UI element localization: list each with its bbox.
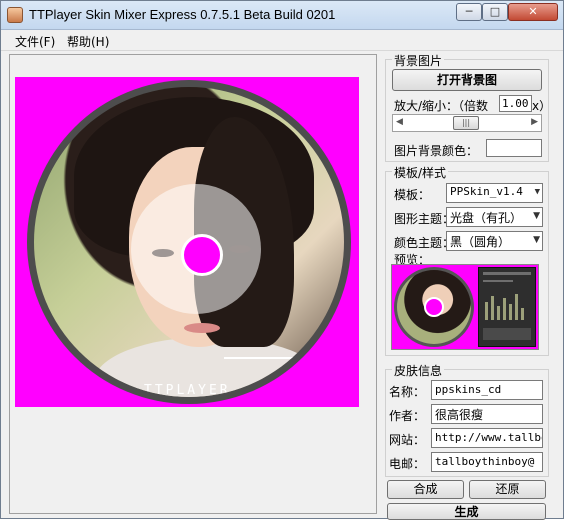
preview-info-strip: [483, 280, 513, 282]
chevron-left-icon[interactable]: ◀: [396, 117, 403, 127]
shape-theme-label: 图形主题：: [394, 212, 455, 226]
close-button[interactable]: ✕: [508, 3, 558, 21]
shape-theme-select[interactable]: 光盘（有孔） ▼: [446, 207, 543, 227]
author-input[interactable]: 很高很瘦: [431, 404, 543, 424]
maximize-button[interactable]: □: [482, 3, 508, 21]
shape-theme-value: 光盘（有孔）: [450, 211, 523, 225]
website-input[interactable]: http://www.tallboythinboy.com: [431, 428, 543, 448]
disc-logo: TTPLAYER: [144, 383, 231, 397]
preview-title-strip: [483, 272, 531, 275]
right-panel: 背景图片 打开背景图 放大/缩小：（倍数 1.00 x） ◀ ||| ▶ 图片背…: [385, 51, 552, 520]
template-select[interactable]: PPSkin_v1.4 ▼: [446, 183, 543, 203]
website-label: 网站：: [389, 433, 426, 447]
disc-center-hole: [181, 234, 223, 276]
preview-eq-bar: [509, 304, 512, 320]
template-group: 模板/样式 模板： PPSkin_v1.4 ▼ 图形主题： 光盘（有孔） ▼ 颜…: [385, 164, 549, 356]
preview-eq-bar: [503, 298, 506, 320]
zoom-slider[interactable]: ◀ ||| ▶: [392, 114, 542, 132]
preview-eq-bar: [491, 296, 494, 320]
color-theme-value: 黑（圆角）: [450, 235, 511, 249]
maximize-icon: □: [489, 5, 501, 18]
compose-button[interactable]: 合成: [387, 480, 464, 499]
color-theme-select[interactable]: 黑（圆角） ▼: [446, 231, 543, 251]
skin-preview: [391, 264, 539, 350]
author-label: 作者：: [389, 409, 426, 423]
bg-color-label: 图片背景颜色：: [394, 144, 479, 158]
disc-stripe: [224, 357, 294, 359]
restore-button[interactable]: 还原: [469, 480, 546, 499]
zoom-slider-thumb[interactable]: |||: [453, 116, 479, 130]
title-bar[interactable]: TTPlayer Skin Mixer Express 0.7.5.1 Beta…: [1, 1, 563, 30]
menu-help[interactable]: 帮助(H): [67, 33, 109, 50]
skin-info-title: 皮肤信息: [392, 362, 445, 379]
open-background-button[interactable]: 打开背景图: [392, 69, 542, 91]
photo-lips: [184, 323, 220, 333]
template-label: 模板：: [394, 188, 431, 202]
bg-color-field[interactable]: [486, 139, 542, 157]
preview-eq-bar: [497, 306, 500, 320]
preview-eq-bar: [515, 294, 518, 320]
chevron-down-icon[interactable]: ▼: [533, 235, 540, 245]
preview-disc: [394, 267, 474, 347]
name-input[interactable]: ppskins_cd: [431, 380, 543, 400]
template-group-title: 模板/样式: [392, 164, 449, 181]
email-input[interactable]: tallboythinboy@: [431, 452, 543, 472]
menu-bar: 文件(F) 帮助(H): [1, 30, 563, 51]
canvas-background: TTPLAYER: [15, 77, 359, 407]
main-window: TTPlayer Skin Mixer Express 0.7.5.1 Beta…: [0, 0, 564, 520]
menu-file[interactable]: 文件(F): [15, 33, 55, 50]
chevron-down-icon[interactable]: ▼: [535, 187, 540, 197]
cd-disc-image: TTPLAYER: [27, 80, 351, 404]
app-icon[interactable]: [7, 7, 23, 23]
minimize-icon: ─: [465, 5, 473, 18]
chevron-down-icon[interactable]: ▼: [533, 211, 540, 221]
skin-info-group: 皮肤信息 名称： ppskins_cd 作者： 很高很瘦 网站： http://…: [385, 362, 549, 477]
preview-player-panel: [478, 267, 536, 347]
close-icon: ✕: [528, 5, 538, 18]
disc-photo: TTPLAYER: [34, 87, 344, 397]
zoom-label: 放大/缩小：（倍数: [394, 99, 489, 113]
preview-disc-hole: [424, 297, 444, 317]
background-group-title: 背景图片: [392, 52, 445, 69]
background-group: 背景图片 打开背景图 放大/缩小：（倍数 1.00 x） ◀ ||| ▶ 图片背…: [385, 52, 552, 162]
preview-eq-bar: [521, 308, 524, 320]
template-select-value: PPSkin_v1.4: [450, 185, 523, 198]
email-label: 电邮：: [389, 457, 426, 471]
generate-button[interactable]: 生成: [387, 503, 546, 520]
preview-equalizer: [485, 290, 529, 320]
minimize-button[interactable]: ─: [456, 3, 482, 21]
name-label: 名称：: [389, 385, 426, 399]
zoom-input[interactable]: 1.00: [499, 95, 532, 112]
window-title: TTPlayer Skin Mixer Express 0.7.5.1 Beta…: [29, 7, 336, 22]
color-theme-label: 颜色主题：: [394, 236, 455, 250]
zoom-suffix: x）: [532, 99, 552, 113]
preview-eq-bar: [485, 302, 488, 320]
chevron-right-icon[interactable]: ▶: [531, 117, 538, 127]
preview-controls: [483, 328, 531, 340]
